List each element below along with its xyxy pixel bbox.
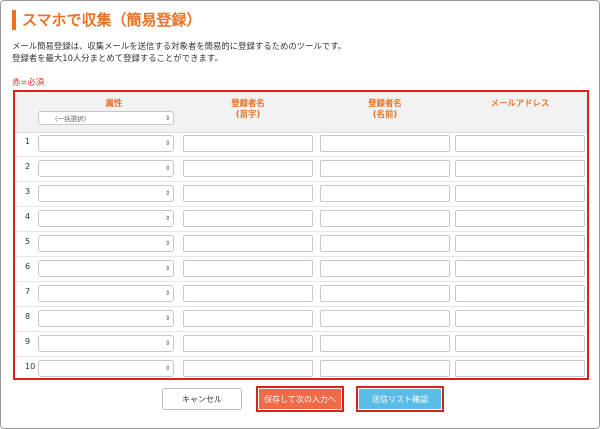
last-name-input[interactable] <box>183 185 313 202</box>
select-arrows-icon: ⇕ <box>164 290 170 297</box>
table-row: 1 ⇕ <box>15 132 587 157</box>
last-name-input[interactable] <box>183 285 313 302</box>
bulk-select-label: (一括選択) <box>55 115 87 123</box>
row-number: 1 <box>25 137 31 146</box>
first-name-input[interactable] <box>320 210 450 227</box>
first-name-input[interactable] <box>320 285 450 302</box>
table-row: 4 ⇕ <box>15 207 587 232</box>
attribute-select[interactable]: ⇕ <box>38 210 174 227</box>
first-name-input[interactable] <box>320 160 450 177</box>
email-input[interactable] <box>455 310 585 327</box>
attribute-select[interactable]: ⇕ <box>38 185 174 202</box>
row-number: 8 <box>25 312 31 321</box>
select-arrows-icon: ⇕ <box>164 115 170 122</box>
header-first-name-line2: (名前) <box>372 109 398 119</box>
row-number: 10 <box>25 362 36 371</box>
save-and-next-button[interactable]: 保存して次の入力へ <box>256 386 344 412</box>
row-number: 9 <box>25 337 31 346</box>
first-name-input[interactable] <box>320 335 450 352</box>
table-row: 9 ⇕ <box>15 332 587 357</box>
header-last-name-line2: (苗字) <box>235 109 261 119</box>
select-arrows-icon: ⇕ <box>164 165 170 172</box>
select-arrows-icon: ⇕ <box>164 365 170 372</box>
last-name-input[interactable] <box>183 235 313 252</box>
row-number: 6 <box>25 262 31 271</box>
email-input[interactable] <box>455 335 585 352</box>
table-row: 3 ⇕ <box>15 182 587 207</box>
select-arrows-icon: ⇕ <box>164 215 170 222</box>
header-last-name: 登録者名 (苗字) <box>183 98 313 120</box>
email-input[interactable] <box>455 135 585 152</box>
header-last-name-line1: 登録者名 <box>231 98 265 108</box>
select-arrows-icon: ⇕ <box>164 315 170 322</box>
cancel-button[interactable]: キャンセル <box>162 388 242 410</box>
select-arrows-icon: ⇕ <box>164 340 170 347</box>
email-input[interactable] <box>455 160 585 177</box>
header-attribute: 属性 <box>105 98 123 108</box>
last-name-input[interactable] <box>183 160 313 177</box>
first-name-input[interactable] <box>320 185 450 202</box>
last-name-input[interactable] <box>183 135 313 152</box>
first-name-input[interactable] <box>320 360 450 377</box>
first-name-input[interactable] <box>320 260 450 277</box>
first-name-input[interactable] <box>320 235 450 252</box>
attribute-select[interactable]: ⇕ <box>38 135 174 152</box>
attribute-select[interactable]: ⇕ <box>38 335 174 352</box>
attribute-select[interactable]: ⇕ <box>38 235 174 252</box>
email-input[interactable] <box>455 210 585 227</box>
email-input[interactable] <box>455 285 585 302</box>
page-title: スマホで収集（簡易登録） <box>12 10 202 30</box>
row-number: 2 <box>25 162 31 171</box>
bulk-select[interactable]: (一括選択) ⇕ <box>38 111 174 125</box>
confirm-send-list-button[interactable]: 送信リスト確認 <box>356 386 444 412</box>
select-arrows-icon: ⇕ <box>164 240 170 247</box>
first-name-input[interactable] <box>320 135 450 152</box>
attribute-select[interactable]: ⇕ <box>38 360 174 377</box>
table-row: 6 ⇕ <box>15 257 587 282</box>
table-row: 5 ⇕ <box>15 232 587 257</box>
table-row: 2 ⇕ <box>15 157 587 182</box>
row-number: 3 <box>25 187 31 196</box>
header-first-name-line1: 登録者名 <box>368 98 402 108</box>
attribute-select[interactable]: ⇕ <box>38 310 174 327</box>
description-line-2: 登録者を最大10人分まとめて登録することができます。 <box>12 53 223 63</box>
select-arrows-icon: ⇕ <box>164 140 170 147</box>
email-input[interactable] <box>455 260 585 277</box>
email-input[interactable] <box>455 235 585 252</box>
last-name-input[interactable] <box>183 310 313 327</box>
email-input[interactable] <box>455 185 585 202</box>
email-input[interactable] <box>455 360 585 377</box>
table-row: 8 ⇕ <box>15 307 587 332</box>
row-number: 7 <box>25 287 31 296</box>
description: メール簡易登録は、収集メールを送信する対象者を簡易的に登録するためのツールです。… <box>12 40 346 64</box>
select-arrows-icon: ⇕ <box>164 265 170 272</box>
last-name-input[interactable] <box>183 360 313 377</box>
first-name-input[interactable] <box>320 310 450 327</box>
attribute-select[interactable]: ⇕ <box>38 285 174 302</box>
last-name-input[interactable] <box>183 260 313 277</box>
header-first-name: 登録者名 (名前) <box>320 98 450 120</box>
header-email: メールアドレス <box>490 98 550 108</box>
description-line-1: メール簡易登録は、収集メールを送信する対象者を簡易的に登録するためのツールです。 <box>12 41 347 51</box>
row-number: 5 <box>25 237 31 246</box>
attribute-select[interactable]: ⇕ <box>38 160 174 177</box>
last-name-input[interactable] <box>183 335 313 352</box>
table-header: 属性 (一括選択) ⇕ 登録者名 (苗字) 登録者名 (名前) メールアドレス <box>15 92 587 133</box>
select-arrows-icon: ⇕ <box>164 190 170 197</box>
registration-table: 属性 (一括選択) ⇕ 登録者名 (苗字) 登録者名 (名前) メールアドレス … <box>13 90 589 380</box>
table-row: 7 ⇕ <box>15 282 587 307</box>
row-number: 4 <box>25 212 31 221</box>
last-name-input[interactable] <box>183 210 313 227</box>
table-row: 10 ⇕ <box>15 357 587 381</box>
attribute-select[interactable]: ⇕ <box>38 260 174 277</box>
required-note: 赤=必須 <box>12 77 45 87</box>
